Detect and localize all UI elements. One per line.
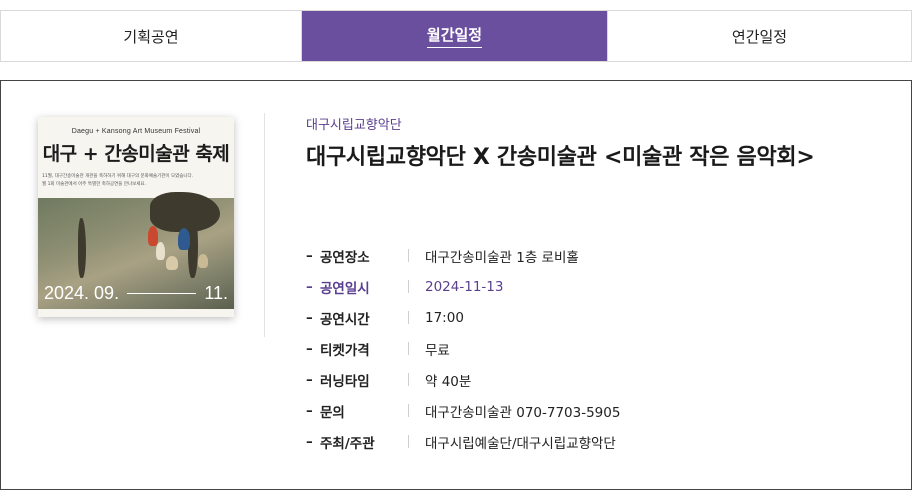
painting-tree [150,192,220,232]
detail-label: 공연일시 [320,280,370,297]
detail-separator [408,404,409,417]
poster-description: 11월, 대구간송미술관 개관을 축하하기 위해 대구의 문화예술기관이 모였습… [42,173,230,189]
tab-label: 기획공연 [123,27,179,46]
detail-dash: – [306,278,313,295]
detail-separator [408,311,409,324]
detail-separator [408,249,409,262]
detail-dash: – [306,247,313,264]
poster-description-line: 월 1회 미술관에서 아주 특별한 축하공연을 만나보세요. [42,182,146,187]
tab-label: 연간일정 [731,27,788,46]
tab-yearly-schedule[interactable]: 연간일정 [608,11,911,61]
detail-dash: – [306,309,313,326]
tab-label: 월간일정 [426,24,483,48]
detail-row-running-time: – 러닝타임 약 40분 [306,364,866,395]
detail-value: 대구간송미술관 1층 로비홀 [425,249,579,266]
detail-dash: – [306,402,313,419]
detail-dash: – [306,340,313,357]
detail-dash: – [306,433,313,450]
vertical-divider [264,113,265,337]
detail-separator [408,342,409,355]
painting-tree [78,218,86,278]
painting-figure [156,242,165,260]
detail-label: 문의 [320,404,345,421]
detail-label: 공연장소 [320,249,370,266]
poster-date-start: 2024. 09. [44,283,120,303]
detail-separator [408,373,409,386]
event-poster: Daegu + Kansong Art Museum Festival 대구 +… [38,117,234,317]
detail-separator [408,435,409,448]
poster-english-title: Daegu + Kansong Art Museum Festival [71,128,201,135]
detail-label: 러닝타임 [320,373,370,390]
poster-title: 대구 + 간송미술관 축제 [42,143,230,165]
detail-row-ticket-price: – 티켓가격 무료 [306,333,866,364]
painting-figure [178,228,190,250]
detail-row-host: – 주최/주관 대구시립예술단/대구시립교향악단 [306,426,866,457]
tab-monthly-schedule[interactable]: 월간일정 [302,11,608,61]
detail-value: 무료 [425,342,450,359]
detail-row-time: – 공연시간 17:00 [306,302,866,333]
poster-date-end: 11. [204,283,228,303]
detail-label: 주최/주관 [320,435,375,452]
painting-figure [166,256,178,270]
detail-value: 17:00 [425,309,464,326]
detail-row-date: – 공연일시 2024-11-13 [306,271,866,302]
detail-label: 티켓가격 [320,342,370,359]
event-details-list: – 공연장소 대구간송미술관 1층 로비홀 – 공연일시 2024-11-13 … [306,240,866,457]
event-title: 대구시립교향악단 X 간송미술관 <미술관 작은 음악회> [306,145,815,170]
poster-date-line [127,293,197,294]
tab-planned-performances[interactable]: 기획공연 [1,11,302,61]
detail-value: 2024-11-13 [425,278,504,295]
painting-figure [198,254,208,268]
detail-row-inquiry: – 문의 대구간송미술관 070-7703-5905 [306,395,866,426]
detail-value: 대구시립예술단/대구시립교향악단 [425,435,616,452]
painting-figure [148,226,158,246]
poster-date: 2024. 09. 11. [44,283,228,304]
poster-description-line: 11월, 대구간송미술관 개관을 축하하기 위해 대구의 문화예술기관이 모였습… [42,174,194,179]
detail-separator [408,280,409,293]
detail-row-venue: – 공연장소 대구간송미술관 1층 로비홀 [306,240,866,271]
detail-label: 공연시간 [320,311,370,328]
schedule-tabs: 기획공연 월간일정 연간일정 [0,10,912,62]
detail-dash: – [306,371,313,388]
detail-value: 대구간송미술관 070-7703-5905 [425,404,621,421]
detail-value: 약 40분 [425,373,472,390]
event-organization: 대구시립교향악단 [306,118,402,133]
